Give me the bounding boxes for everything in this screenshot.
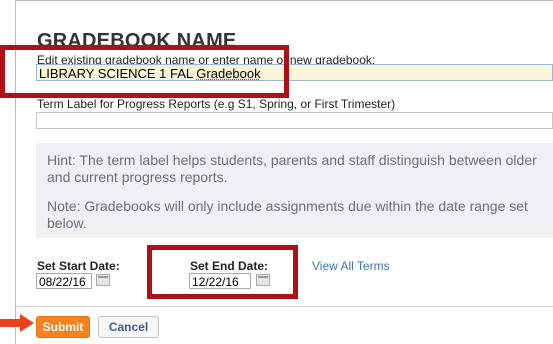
hint-box: Hint: The term label helps students, par… <box>36 143 553 238</box>
cancel-button[interactable]: Cancel <box>98 316 159 338</box>
start-date-calendar-icon[interactable] <box>96 274 110 286</box>
term-label-label: Term Label for Progress Reports (e.g S1,… <box>37 97 396 111</box>
hint-term-label: Hint: The term label helps students, par… <box>47 152 537 185</box>
submit-pointer-arrow-icon <box>0 314 34 332</box>
start-date-label: Set Start Date: <box>37 259 120 273</box>
footer-divider <box>15 306 553 307</box>
submit-button[interactable]: Submit <box>36 316 90 338</box>
view-all-terms-link[interactable]: View All Terms <box>312 259 390 273</box>
hint-date-range: Note: Gradebooks will only include assig… <box>47 198 528 231</box>
term-label-input[interactable] <box>36 112 553 129</box>
start-date-input[interactable]: 08/22/16 <box>36 273 92 289</box>
gradebook-name-highlight <box>0 45 289 98</box>
end-date-highlight <box>147 245 298 299</box>
